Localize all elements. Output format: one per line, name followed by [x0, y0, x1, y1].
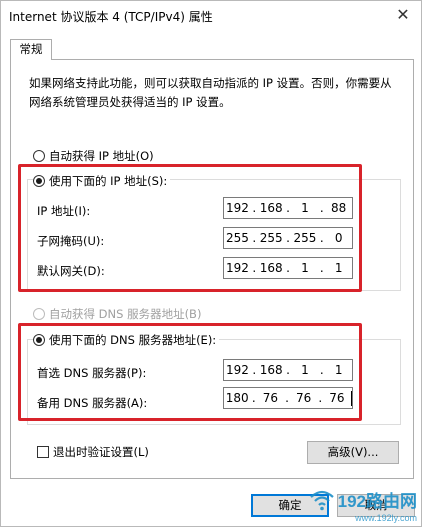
octet-separator: . — [286, 363, 290, 377]
octet-separator: . — [252, 201, 257, 215]
octet-separator: . — [285, 391, 289, 405]
octet-4: 1 — [334, 363, 343, 377]
octet-separator: . — [286, 261, 290, 275]
subnet-mask-input[interactable]: 255. 255. 255. 0 — [223, 227, 353, 249]
wifi-icon — [309, 490, 334, 510]
octet-separator: . — [286, 231, 290, 245]
octet-separator: . — [252, 261, 257, 275]
advanced-button[interactable]: 高级(V)... — [307, 441, 399, 464]
validate-on-exit[interactable]: 退出时验证设置(L) — [37, 444, 149, 460]
octet-2: 168 — [259, 201, 283, 215]
dialog-window: Internet 协议版本 4 (TCP/IPv4) 属性 ✕ 常规 如果网络支… — [0, 0, 422, 527]
radio-manual-dns-label: 使用下面的 DNS 服务器地址(E): — [49, 333, 217, 347]
radio-auto-ip-label: 自动获得 IP 地址(O) — [49, 149, 154, 163]
octet-2: 168 — [259, 363, 283, 377]
subnet-mask-label: 子网掩码(U): — [37, 234, 105, 248]
title-bar: Internet 协议版本 4 (TCP/IPv4) 属性 ✕ — [1, 1, 421, 31]
octet-separator: . — [319, 231, 324, 245]
preferred-dns-label: 首选 DNS 服务器(P): — [37, 366, 147, 380]
octet-1: 255 — [225, 231, 249, 245]
octet-separator: . — [286, 201, 290, 215]
octet-separator: . — [252, 231, 257, 245]
octet-4: 88 — [331, 201, 347, 215]
alternate-dns-input[interactable]: 180. 76. 76. 76 — [223, 387, 353, 409]
radio-manual-dns[interactable]: 使用下面的 DNS 服务器地址(E): — [33, 332, 220, 348]
octet-3: 76 — [295, 391, 312, 405]
text-caret — [351, 390, 353, 406]
octet-separator: . — [319, 261, 324, 275]
octet-1: 192 — [225, 201, 249, 215]
octet-3: 1 — [301, 363, 309, 377]
preferred-dns-input[interactable]: 192. 168. 1. 1 — [223, 359, 353, 381]
octet-2: 76 — [262, 391, 279, 405]
octet-2: 168 — [259, 261, 283, 275]
watermark-url: www.192ly.com — [355, 513, 417, 523]
octet-separator: . — [251, 391, 256, 405]
dns-group-box — [27, 339, 401, 425]
radio-button[interactable] — [33, 150, 45, 162]
tab-general[interactable]: 常规 — [10, 39, 52, 60]
window-title: Internet 协议版本 4 (TCP/IPv4) 属性 — [9, 10, 213, 24]
ip-address-label: IP 地址(I): — [37, 204, 91, 218]
default-gateway-label: 默认网关(D): — [37, 264, 105, 278]
octet-4: 1 — [334, 261, 343, 275]
radio-manual-ip-label: 使用下面的 IP 地址(S): — [49, 174, 168, 188]
radio-manual-ip[interactable]: 使用下面的 IP 地址(S): — [33, 173, 171, 189]
watermark-logo: 192路由网 — [309, 487, 417, 512]
octet-1: 192 — [225, 261, 249, 275]
radio-auto-dns-label: 自动获得 DNS 服务器地址(B) — [49, 307, 202, 321]
close-icon[interactable]: ✕ — [391, 4, 415, 26]
octet-1: 192 — [225, 363, 249, 377]
octet-separator: . — [252, 363, 257, 377]
octet-separator: . — [319, 363, 324, 377]
radio-button-disabled[interactable] — [33, 308, 45, 320]
octet-4: 76 — [329, 391, 345, 405]
octet-3: 255 — [293, 231, 317, 245]
default-gateway-input[interactable]: 192. 168. 1. 1 — [223, 257, 353, 279]
octet-4: 0 — [334, 231, 343, 245]
octet-1: 180 — [225, 391, 249, 405]
checkbox[interactable] — [37, 446, 49, 458]
octet-separator: . — [319, 201, 324, 215]
watermark-text: 192路由网 — [337, 492, 417, 511]
octet-2: 255 — [259, 231, 283, 245]
radio-button-checked[interactable] — [33, 175, 45, 187]
validate-on-exit-label: 退出时验证设置(L) — [53, 445, 149, 459]
radio-auto-ip[interactable]: 自动获得 IP 地址(O) — [33, 148, 157, 164]
radio-button-checked[interactable] — [33, 334, 45, 346]
octet-3: 1 — [301, 201, 309, 215]
radio-auto-dns[interactable]: 自动获得 DNS 服务器地址(B) — [33, 306, 205, 322]
alternate-dns-label: 备用 DNS 服务器(A): — [37, 396, 148, 410]
ip-address-input[interactable]: 192. 168. 1. 88 — [223, 197, 353, 219]
octet-separator: . — [318, 391, 323, 405]
octet-3: 1 — [301, 261, 309, 275]
description-text: 如果网络支持此功能，则可以获取自动指派的 IP 设置。否则，你需要从网络系统管理… — [29, 76, 392, 109]
